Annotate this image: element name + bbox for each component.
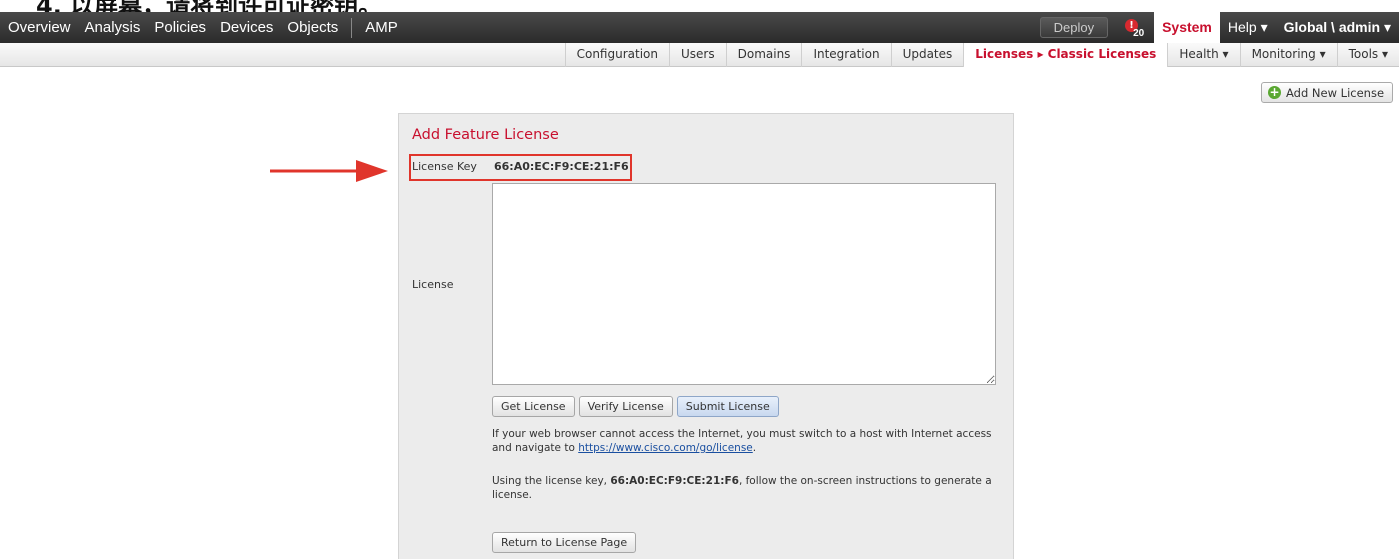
tab-tools[interactable]: Tools ▾	[1336, 43, 1399, 67]
system-subnav: Configuration Users Domains Integration …	[564, 43, 1399, 67]
internet-access-note: If your web browser cannot access the In…	[492, 427, 1002, 455]
tab-monitoring[interactable]: Monitoring ▾	[1239, 43, 1337, 67]
chevron-down-icon: ▾	[1380, 19, 1391, 35]
secondary-nav-bar: Configuration Users Domains Integration …	[0, 43, 1399, 67]
tab-configuration[interactable]: Configuration	[564, 43, 669, 67]
license-key-value: 66:A0:EC:F9:CE:21:F6	[494, 160, 629, 173]
add-feature-license-panel: Add Feature License License Key 66:A0:EC…	[398, 113, 1014, 559]
annotation-arrow-icon	[270, 160, 388, 182]
add-new-license-label: Add New License	[1286, 85, 1385, 100]
tab-licenses-classic[interactable]: Licenses ▸ Classic Licenses	[963, 43, 1168, 67]
panel-title: Add Feature License	[412, 127, 559, 143]
caption-text: 4. 以屏幕，请将到许可证密钥。	[36, 0, 382, 12]
tab-users[interactable]: Users	[669, 43, 726, 67]
nav-policies[interactable]: Policies	[147, 12, 213, 43]
alert-count: 20	[1133, 27, 1145, 39]
nav-amp[interactable]: AMP	[358, 12, 405, 43]
nav-separator	[351, 17, 353, 38]
deploy-button[interactable]: Deploy	[1039, 17, 1109, 38]
license-key-instructions: Using the license key, 66:A0:EC:F9:CE:21…	[492, 474, 1002, 502]
tab-updates[interactable]: Updates	[890, 43, 964, 67]
primary-nav: Overview Analysis Policies Devices Objec…	[0, 12, 405, 43]
username: admin	[1338, 19, 1381, 35]
cropped-caption: 4. 以屏幕，请将到许可证密钥。	[0, 0, 1399, 12]
tab-health[interactable]: Health ▾	[1167, 43, 1239, 67]
cisco-license-link[interactable]: https://www.cisco.com/go/license	[578, 442, 753, 454]
nav-devices[interactable]: Devices	[213, 12, 280, 43]
license-textarea[interactable]	[492, 183, 996, 385]
tab-integration[interactable]: Integration	[801, 43, 890, 67]
license-action-buttons: Get License Verify License Submit Licens…	[492, 396, 779, 417]
user-menu[interactable]: Global \ admin ▾	[1276, 12, 1399, 43]
license-label: License	[412, 278, 454, 291]
return-to-license-page-button[interactable]: Return to License Page	[492, 532, 637, 553]
top-navigation-bar: Overview Analysis Policies Devices Objec…	[0, 12, 1399, 43]
nav-analysis[interactable]: Analysis	[78, 12, 148, 43]
nav-objects[interactable]: Objects	[280, 12, 345, 43]
internet-access-end: .	[752, 442, 757, 454]
submit-license-button[interactable]: Submit License	[676, 396, 779, 417]
top-right-controls: Deploy ! 20 System Help ▾ Global \ admin…	[1039, 12, 1399, 43]
domain-label: Global \	[1283, 19, 1339, 35]
system-tab[interactable]: System	[1154, 12, 1220, 43]
plus-icon: +	[1268, 85, 1281, 99]
help-menu[interactable]: Help ▾	[1220, 12, 1276, 43]
add-new-license-button[interactable]: + Add New License	[1261, 82, 1394, 103]
license-key-label: License Key	[412, 160, 477, 173]
instructions-prefix: Using the license key,	[492, 475, 611, 487]
tab-domains[interactable]: Domains	[725, 43, 802, 67]
instructions-key: 66:A0:EC:F9:CE:21:F6	[610, 475, 739, 487]
alert-indicator[interactable]: ! 20	[1122, 17, 1144, 39]
verify-license-button[interactable]: Verify License	[578, 396, 673, 417]
nav-overview[interactable]: Overview	[0, 12, 78, 43]
get-license-button[interactable]: Get License	[492, 396, 575, 417]
